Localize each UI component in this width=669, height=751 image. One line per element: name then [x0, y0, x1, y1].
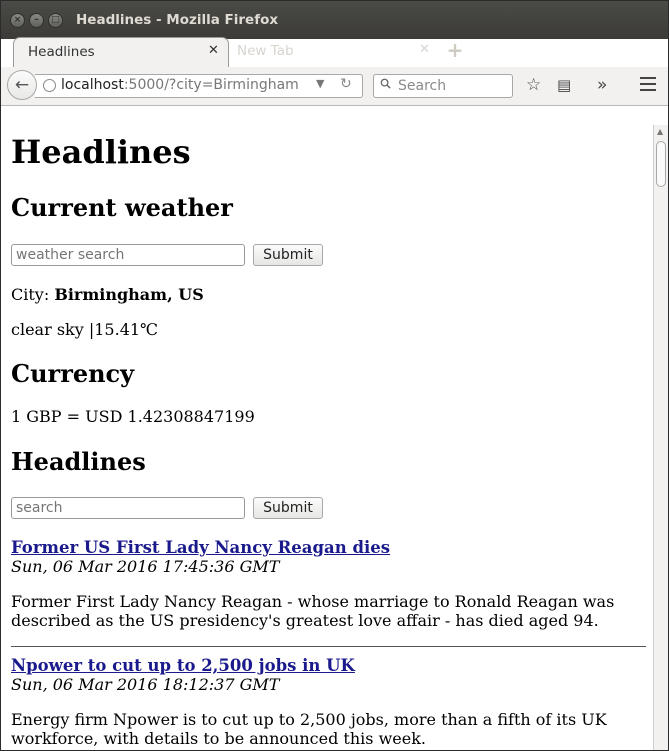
- article-divider: [11, 646, 646, 647]
- menu-icon[interactable]: [640, 77, 656, 95]
- tab-label: Headlines: [28, 44, 95, 60]
- url-bar[interactable]: localhost:5000/?city=Birmingham ▼ ↻: [35, 74, 363, 98]
- search-box[interactable]: Search: [373, 74, 513, 98]
- vertical-scrollbar[interactable]: ▲: [653, 125, 668, 750]
- tab-strip: Headlines ✕ New Tab ✕ +: [1, 31, 668, 69]
- search-placeholder: Search: [398, 78, 447, 94]
- navigation-toolbar: localhost:5000/?city=Birmingham ▼ ↻ ← Se…: [1, 67, 668, 106]
- reload-icon[interactable]: ↻: [340, 76, 352, 92]
- page-title: Headlines: [11, 133, 191, 171]
- url-dropdown-icon[interactable]: ▼: [316, 77, 324, 90]
- weather-description: clear sky |15.41℃: [11, 320, 158, 339]
- article-description: Energy firm Npower is to cut up to 2,500…: [11, 710, 607, 748]
- globe-icon: [43, 79, 56, 92]
- close-tab-icon[interactable]: ✕: [419, 42, 430, 57]
- weather-search-input[interactable]: [11, 244, 245, 266]
- article-date: Sun, 06 Mar 2016 18:12:37 GMT: [11, 675, 280, 694]
- tab-headlines[interactable]: Headlines ✕: [13, 37, 229, 68]
- currency-rate: 1 GBP = USD 1.42308847199: [11, 407, 255, 426]
- back-button[interactable]: ←: [7, 70, 37, 100]
- scrollbar-thumb[interactable]: [656, 141, 666, 187]
- overflow-chevron-icon[interactable]: »: [597, 75, 607, 95]
- page-viewport: Headlines Current weather Submit City: B…: [1, 125, 653, 750]
- new-tab-plus-icon[interactable]: +: [445, 40, 465, 60]
- scroll-up-arrow-icon[interactable]: ▲: [657, 127, 663, 136]
- bookmark-star-icon[interactable]: ☆: [526, 75, 541, 95]
- minimize-window-button[interactable]: –: [29, 13, 44, 28]
- headlines-search-input[interactable]: [11, 497, 245, 519]
- browser-window: × – □ Headlines - Mozilla Firefox Headli…: [0, 0, 669, 751]
- article-title-link[interactable]: Former US First Lady Nancy Reagan dies: [11, 538, 390, 557]
- city-name: Birmingham, US: [54, 285, 204, 304]
- weather-heading: Current weather: [11, 193, 233, 222]
- article-description: Former First Lady Nancy Reagan - whose m…: [11, 592, 615, 630]
- close-window-button[interactable]: ×: [10, 13, 25, 28]
- tab-label: New Tab: [237, 43, 294, 59]
- weather-submit-button[interactable]: Submit: [253, 244, 323, 266]
- reading-list-icon[interactable]: ▤: [557, 75, 571, 95]
- currency-heading: Currency: [11, 359, 135, 388]
- headlines-heading: Headlines: [11, 447, 146, 476]
- headlines-submit-button[interactable]: Submit: [253, 497, 323, 519]
- tab-new-tab[interactable]: New Tab ✕: [229, 37, 439, 67]
- search-icon: [380, 78, 391, 89]
- window-title: Headlines - Mozilla Firefox: [76, 12, 279, 28]
- maximize-window-button[interactable]: □: [48, 13, 63, 28]
- close-tab-icon[interactable]: ✕: [208, 43, 219, 58]
- article-date: Sun, 06 Mar 2016 17:45:36 GMT: [11, 557, 280, 576]
- url-text[interactable]: localhost:5000/?city=Birmingham: [61, 77, 299, 93]
- weather-city: City: Birmingham, US: [11, 285, 204, 304]
- article-title-link[interactable]: Npower to cut up to 2,500 jobs in UK: [11, 656, 355, 675]
